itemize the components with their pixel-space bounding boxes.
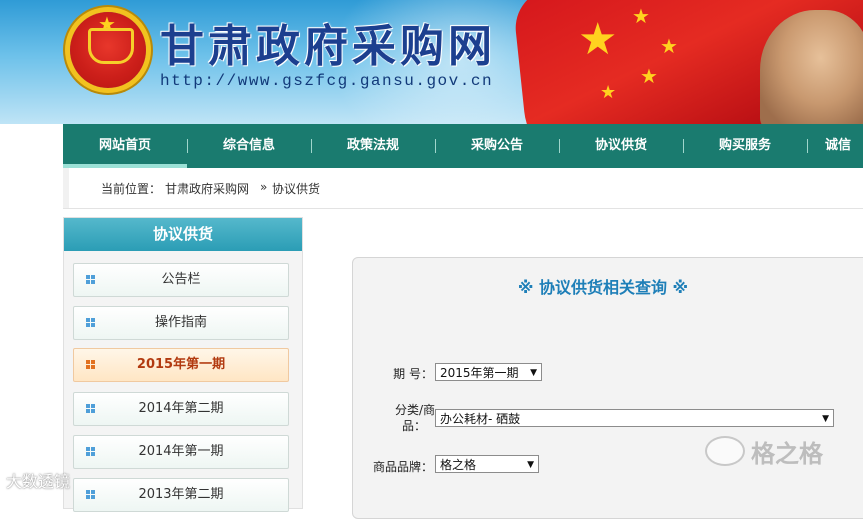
sidebar-item-label: 公告栏: [161, 272, 201, 287]
wechat-icon: [705, 436, 745, 466]
brand-select-value: 格之格: [440, 458, 477, 472]
site-banner: ★ ★ ★ ★ ★ ★ 甘肃政府采购网 http://www.gszfcg.ga…: [0, 0, 863, 124]
period-select[interactable]: 2015年第一期 ▼: [435, 363, 542, 381]
chevron-down-icon: ▼: [530, 368, 537, 378]
watermark-left: 大数透镜: [6, 468, 70, 492]
category-select[interactable]: 办公耗材- 硒鼓 ▼: [435, 409, 834, 427]
sidebar-item-label: 2014年第二期: [138, 401, 224, 416]
nav-item-integrity[interactable]: 诚信: [825, 124, 863, 168]
nav-item-news[interactable]: 综合信息: [187, 124, 311, 168]
category-label: 分类/商 品：: [363, 402, 435, 434]
sidebar-item-label: 2013年第二期: [138, 487, 224, 502]
breadcrumb-separator: »: [260, 180, 268, 194]
category-label-line1: 分类/商: [394, 403, 435, 417]
flag-star-icon: ★: [578, 14, 618, 65]
flag-star-icon: ★: [600, 82, 617, 103]
emblem-gate-icon: [88, 28, 134, 64]
period-select-value: 2015年第一期: [440, 366, 519, 380]
breadcrumb-current: 协议供货: [272, 182, 321, 196]
period-label: 期 号：: [393, 367, 433, 381]
sidebar-item-2015-1[interactable]: 2015年第一期: [73, 348, 289, 382]
sidebar-item-label: 2014年第一期: [138, 444, 224, 459]
statue-image: [760, 10, 863, 124]
site-title: 甘肃政府采购网: [160, 21, 496, 72]
sidebar-item-2014-1[interactable]: 2014年第一期: [73, 435, 289, 469]
sidebar-item-label: 操作指南: [154, 315, 207, 330]
flag-star-icon: ★: [660, 34, 678, 58]
flag-star-icon: ★: [632, 4, 650, 28]
category-select-value: 办公耗材- 硒鼓: [440, 412, 521, 426]
main-nav: 网站首页 综合信息 政策法规 采购公告 协议供货 购买服务 诚信: [63, 124, 863, 168]
breadcrumb-prefix: 当前位置：: [101, 182, 162, 196]
category-label-line2: 品：: [401, 419, 426, 433]
chevron-down-icon: ▼: [822, 414, 829, 424]
sidebar-title: 协议供货: [64, 218, 302, 251]
brand-select[interactable]: 格之格 ▼: [435, 455, 539, 473]
sidebar: 协议供货 公告栏 操作指南 2015年第一期 2014年第二期 2014年第一期…: [63, 217, 303, 512]
watermark-right-text: 格之格: [751, 440, 823, 468]
nav-item-agreement-supply[interactable]: 协议供货: [559, 124, 683, 168]
sidebar-item-2014-2[interactable]: 2014年第二期: [73, 392, 289, 426]
nav-divider: [807, 139, 808, 153]
sidebar-item-label: 2015年第一期: [136, 357, 226, 372]
sidebar-item-2013-2[interactable]: 2013年第二期: [73, 478, 289, 512]
nav-item-services[interactable]: 购买服务: [683, 124, 807, 168]
chevron-down-icon: ▼: [527, 460, 534, 470]
flag-star-icon: ★: [640, 64, 658, 88]
query-panel: ※ 协议供货相关查询 ※ 期 号： 2015年第一期 ▼ 分类/商 品： 办公耗…: [352, 257, 863, 519]
breadcrumb: 当前位置： 甘肃政府采购网 » 协议供货: [63, 168, 863, 209]
sidebar-item-bulletin[interactable]: 公告栏: [73, 263, 289, 297]
sidebar-item-guide[interactable]: 操作指南: [73, 306, 289, 340]
national-emblem-icon: ★: [70, 12, 146, 88]
nav-item-home[interactable]: 网站首页: [63, 124, 187, 168]
brand-label: 商品品牌：: [372, 460, 433, 474]
query-panel-title: ※ 协议供货相关查询 ※: [517, 278, 689, 297]
breadcrumb-home-link[interactable]: 甘肃政府采购网: [165, 180, 249, 197]
breadcrumb-accent: [63, 168, 69, 208]
nav-item-announcements[interactable]: 采购公告: [435, 124, 559, 168]
site-url: http://www.gszfcg.gansu.gov.cn: [160, 72, 494, 90]
nav-item-policy[interactable]: 政策法规: [311, 124, 435, 168]
watermark-left-text: 大数透镜: [6, 472, 71, 491]
